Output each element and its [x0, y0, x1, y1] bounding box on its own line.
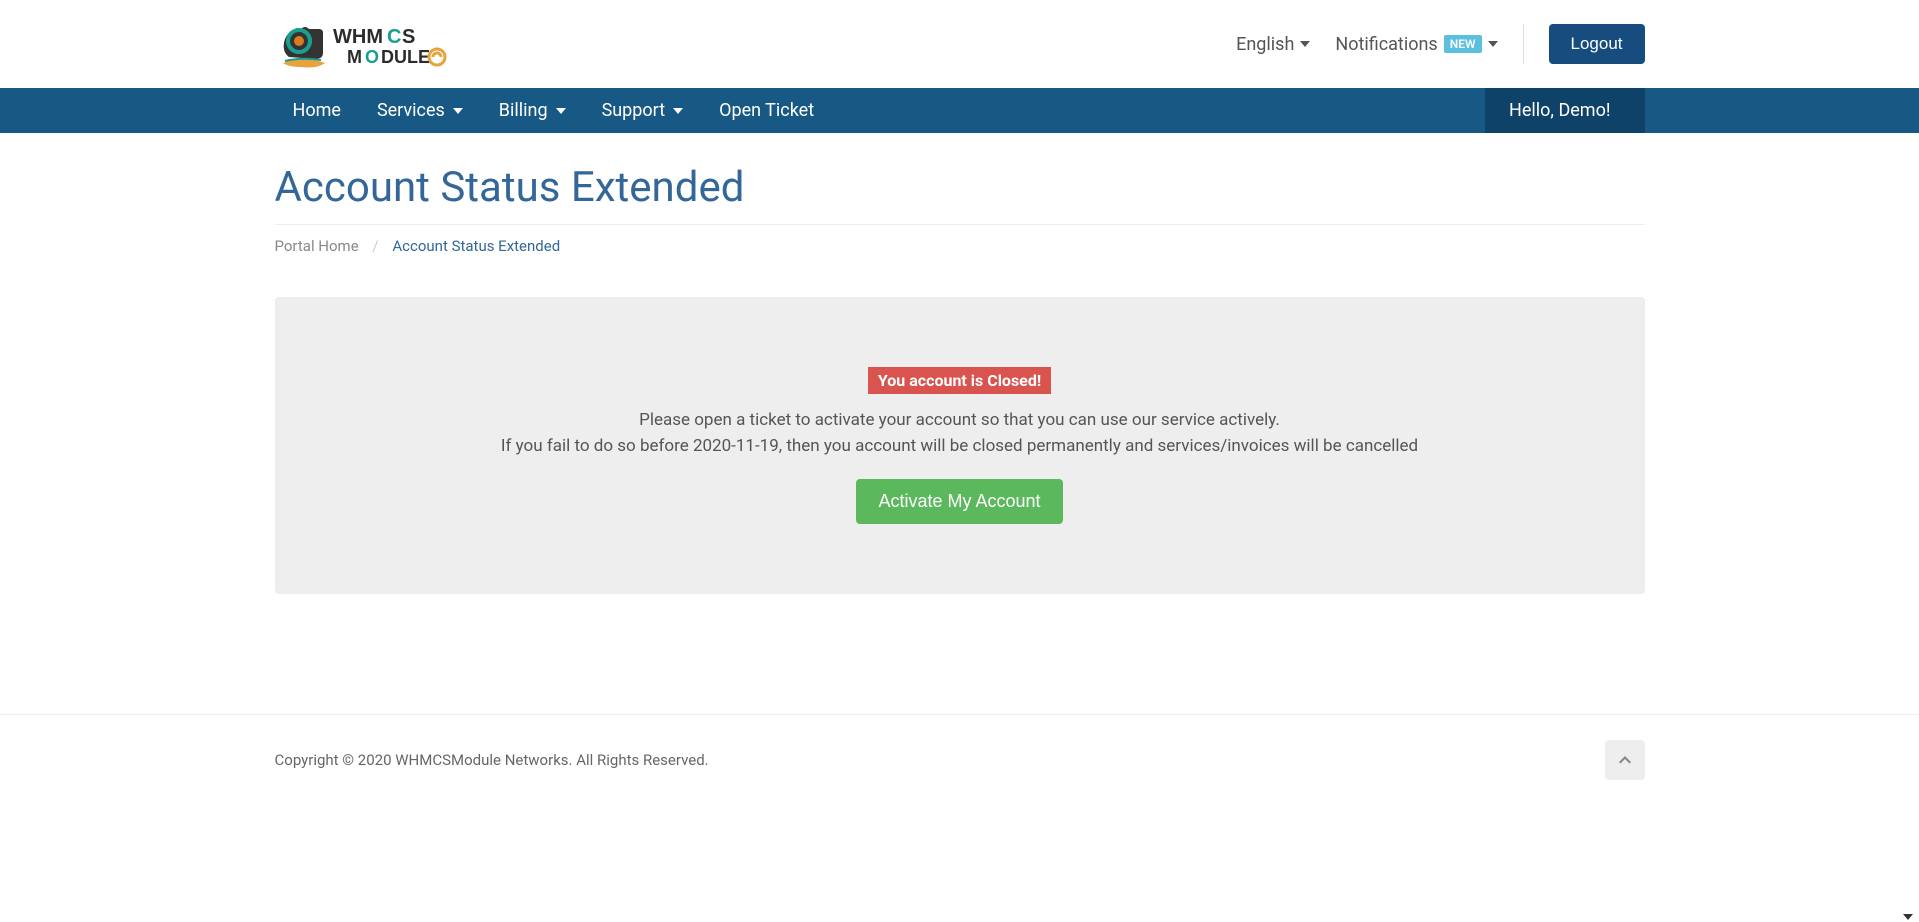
nav-support[interactable]: Support: [584, 88, 702, 133]
status-panel: You account is Closed! Please open a tic…: [275, 297, 1645, 594]
footer-copyright: Copyright © 2020 WHMCSModule Networks. A…: [275, 751, 709, 769]
language-dropdown[interactable]: English: [1236, 34, 1310, 55]
divider: [1523, 24, 1524, 64]
nav-label: Billing: [499, 100, 548, 121]
chevron-up-icon: [1617, 752, 1633, 768]
main-nav: Home Services Billing Support Open Ticke…: [0, 88, 1919, 133]
nav-services[interactable]: Services: [359, 88, 481, 133]
nav-billing[interactable]: Billing: [481, 88, 584, 133]
nav-label: Support: [602, 100, 666, 121]
breadcrumb: Portal Home / Account Status Extended: [275, 224, 1645, 267]
svg-text:C: C: [387, 26, 401, 48]
caret-down-icon: [453, 108, 463, 114]
caret-down-icon: [1300, 41, 1310, 47]
page-title: Account Status Extended: [275, 163, 1645, 212]
breadcrumb-home[interactable]: Portal Home: [275, 237, 359, 255]
svg-text:O: O: [365, 47, 379, 67]
svg-text:S: S: [402, 26, 415, 48]
nav-label: Open Ticket: [719, 100, 814, 121]
breadcrumb-current: Account Status Extended: [392, 237, 560, 255]
activate-account-button[interactable]: Activate My Account: [856, 479, 1062, 524]
scroll-to-top-button[interactable]: [1605, 740, 1645, 780]
notifications-dropdown[interactable]: Notifications NEW: [1335, 34, 1497, 55]
svg-text:WHM: WHM: [333, 26, 383, 48]
language-label: English: [1236, 34, 1294, 55]
nav-open-ticket[interactable]: Open Ticket: [701, 88, 832, 133]
nav-label: Home: [293, 100, 341, 121]
logo[interactable]: WHM C S M O DULE: [275, 15, 485, 73]
nav-home[interactable]: Home: [275, 88, 359, 133]
status-line2: If you fail to do so before 2020-11-19, …: [305, 434, 1615, 460]
notifications-label: Notifications: [1335, 34, 1437, 55]
svg-text:DULE: DULE: [381, 47, 430, 67]
user-menu[interactable]: Hello, Demo!: [1485, 88, 1644, 133]
footer: Copyright © 2020 WHMCSModule Networks. A…: [0, 714, 1919, 805]
breadcrumb-separator: /: [362, 237, 388, 255]
caret-down-icon: [556, 108, 566, 114]
svg-text:M: M: [347, 47, 362, 67]
notifications-badge: NEW: [1444, 35, 1482, 53]
caret-down-icon: [673, 108, 683, 114]
logout-button[interactable]: Logout: [1549, 24, 1645, 64]
status-badge: You account is Closed!: [868, 367, 1051, 394]
status-line1: Please open a ticket to activate your ac…: [305, 408, 1615, 434]
nav-label: Services: [377, 100, 445, 121]
caret-down-icon: [1903, 914, 1913, 920]
user-greeting: Hello, Demo!: [1509, 100, 1610, 121]
caret-down-icon: [1488, 41, 1498, 47]
